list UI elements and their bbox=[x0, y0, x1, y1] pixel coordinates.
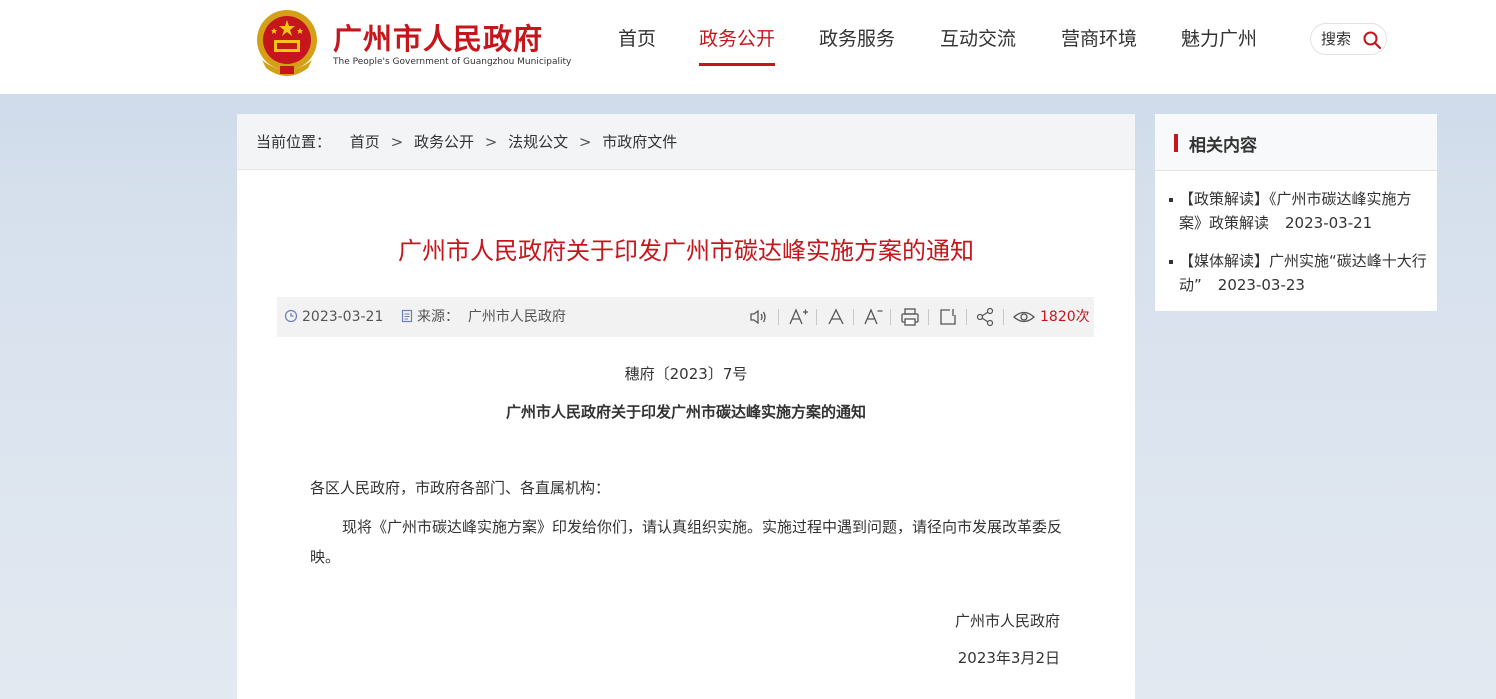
related-item[interactable]: 【媒体解读】广州实施“碳达峰十大行动” 2023-03-23 bbox=[1169, 249, 1427, 297]
related-content-header: 相关内容 bbox=[1155, 114, 1437, 171]
nav-interaction[interactable]: 互动交流 bbox=[940, 26, 1016, 66]
search-button[interactable]: 搜索 bbox=[1310, 23, 1387, 55]
signature-date: 2023年3月2日 bbox=[957, 649, 1060, 667]
breadcrumb: 当前位置： 首页 > 政务公开 > 法规公文 > 市政府文件 bbox=[237, 114, 1135, 170]
toolbar-divider bbox=[966, 309, 967, 325]
title-accent-bar bbox=[1174, 134, 1178, 152]
related-content-title: 相关内容 bbox=[1189, 136, 1257, 156]
clock-icon bbox=[284, 309, 298, 323]
font-reset-icon[interactable] bbox=[825, 306, 847, 328]
breadcrumb-label: 当前位置： bbox=[256, 133, 332, 151]
article-container: 当前位置： 首页 > 政务公开 > 法规公文 > 市政府文件 广州市人民政府关于… bbox=[237, 114, 1135, 699]
toolbar-divider bbox=[853, 309, 854, 325]
font-increase-icon[interactable] bbox=[787, 306, 809, 328]
source-label: 来源： bbox=[417, 309, 459, 325]
toolbar-divider bbox=[1003, 309, 1004, 325]
salutation: 各区人民政府，市政府各部门、各直属机构： bbox=[310, 479, 611, 497]
toolbar-divider bbox=[890, 309, 891, 325]
document-heading: 广州市人民政府关于印发广州市碳达峰实施方案的通知 bbox=[505, 403, 866, 421]
view-count: 1820次 bbox=[1040, 309, 1090, 325]
share-icon[interactable] bbox=[974, 306, 996, 328]
breadcrumb-item-municipal-documents[interactable]: 市政府文件 bbox=[602, 133, 677, 151]
national-emblem-logo[interactable] bbox=[252, 8, 322, 80]
nav-charming-guangzhou[interactable]: 魅力广州 bbox=[1181, 26, 1257, 66]
related-item-date: 2023-03-23 bbox=[1217, 276, 1305, 294]
nav-government-affairs-disclosure[interactable]: 政务公开 bbox=[699, 26, 776, 66]
publish-date: 2023-03-21 bbox=[302, 309, 384, 325]
related-content-panel: 相关内容 【政策解读】《广州市碳达峰实施方案》政策解读 2023-03-21 【媒… bbox=[1155, 114, 1437, 311]
search-icon bbox=[1363, 31, 1382, 50]
speaker-icon[interactable] bbox=[747, 306, 769, 328]
article-source: 来源： 广州市人民政府 bbox=[417, 297, 566, 337]
toolbar-divider bbox=[816, 309, 817, 325]
body-paragraph: 现将《广州市碳达峰实施方案》印发给你们，请认真组织实施。实施过程中遇到问题，请径… bbox=[310, 518, 1063, 566]
breadcrumb-separator: > bbox=[484, 133, 498, 151]
site-subtitle: The People's Government of Guangzhou Mun… bbox=[333, 57, 572, 67]
site-header: 广州市人民政府 The People's Government of Guang… bbox=[0, 0, 1496, 94]
nav-government-services[interactable]: 政务服务 bbox=[819, 26, 895, 66]
nav-home[interactable]: 首页 bbox=[618, 26, 656, 66]
print-icon[interactable] bbox=[899, 306, 921, 328]
toolbar-divider bbox=[778, 309, 779, 325]
source-value: 广州市人民政府 bbox=[467, 309, 566, 325]
nav-business-environment[interactable]: 营商环境 bbox=[1061, 26, 1137, 66]
document-number: 穗府〔2023〕7号 bbox=[624, 365, 748, 383]
breadcrumb-item-regulations[interactable]: 法规公文 bbox=[508, 133, 568, 151]
share-out-icon[interactable] bbox=[937, 306, 959, 328]
document-icon bbox=[401, 309, 413, 323]
toolbar-divider bbox=[928, 309, 929, 325]
signature: 广州市人民政府 bbox=[954, 612, 1060, 630]
breadcrumb-item-disclosure[interactable]: 政务公开 bbox=[414, 133, 474, 151]
site-title[interactable]: 广州市人民政府 bbox=[333, 16, 543, 58]
related-item[interactable]: 【政策解读】《广州市碳达峰实施方案》政策解读 2023-03-21 bbox=[1169, 187, 1427, 235]
eye-icon bbox=[1013, 311, 1035, 323]
search-label: 搜索 bbox=[1321, 30, 1352, 48]
breadcrumb-item-home[interactable]: 首页 bbox=[350, 133, 380, 151]
breadcrumb-separator: > bbox=[578, 133, 592, 151]
related-item-date: 2023-03-21 bbox=[1285, 214, 1373, 232]
font-decrease-icon[interactable] bbox=[862, 306, 884, 328]
article-title: 广州市人民政府关于印发广州市碳达峰实施方案的通知 bbox=[398, 237, 974, 265]
breadcrumb-separator: > bbox=[390, 133, 404, 151]
article-meta-bar: 2023-03-21 来源： 广州市人民政府 1820次 bbox=[277, 297, 1094, 337]
